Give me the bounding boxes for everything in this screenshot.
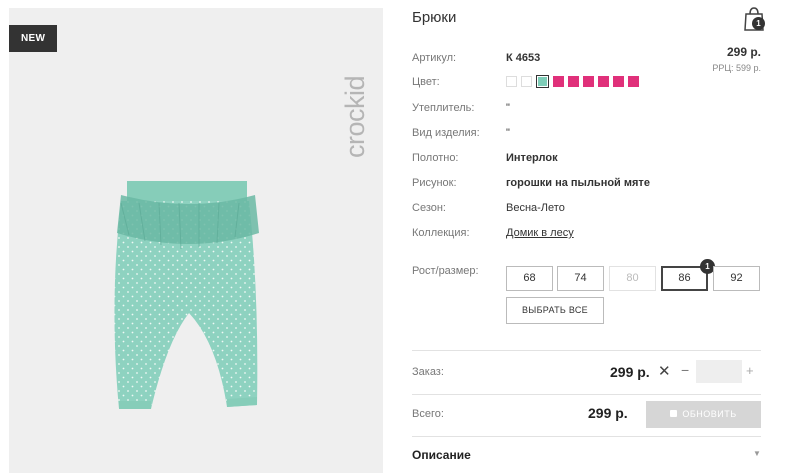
cart-count-badge: 1: [752, 17, 765, 30]
size-option-80: 80: [609, 266, 656, 291]
quantity-input[interactable]: [696, 360, 742, 383]
select-all-button[interactable]: ВЫБРАТЬ ВСЕ: [506, 297, 604, 324]
recommended-price: РРЦ: 599 р.: [712, 63, 761, 73]
pattern-label: Рисунок:: [412, 177, 457, 189]
product-title: Брюки: [412, 9, 457, 26]
update-button[interactable]: ОБНОВИТЬ: [646, 401, 761, 428]
product-price: 299 р.: [726, 45, 761, 59]
brand-logo-text: crockid: [340, 76, 370, 158]
product-gallery: NEW crockid: [9, 8, 383, 473]
color-swatch[interactable]: [553, 76, 564, 87]
description-toggle[interactable]: Описание: [412, 448, 471, 462]
new-badge: NEW: [9, 25, 58, 52]
type-value: ": [506, 127, 510, 139]
total-label: Всего:: [412, 408, 444, 420]
season-label: Сезон:: [412, 202, 446, 214]
chevron-down-icon[interactable]: ▼: [753, 449, 761, 458]
color-swatch-fill: [538, 77, 547, 86]
collection-label: Коллекция:: [412, 227, 470, 239]
size-option-92[interactable]: 92: [713, 266, 760, 291]
color-swatch[interactable]: [521, 76, 532, 87]
qty-decrease-button[interactable]: −: [681, 362, 689, 378]
order-label: Заказ:: [412, 366, 444, 378]
collection-link[interactable]: Домик в лесу: [506, 227, 574, 239]
color-swatch[interactable]: [583, 76, 594, 87]
size-option-68[interactable]: 68: [506, 266, 553, 291]
color-swatches: [506, 75, 639, 88]
article-value: К 4653: [506, 52, 541, 64]
fabric-value: Интерлок: [506, 152, 558, 164]
total-price: 299 р.: [588, 405, 628, 421]
insulation-value: ": [506, 102, 510, 114]
divider: [412, 394, 761, 395]
update-button-label: ОБНОВИТЬ: [682, 409, 737, 419]
color-swatch[interactable]: [568, 76, 579, 87]
product-image[interactable]: [99, 173, 279, 418]
color-swatch[interactable]: [506, 76, 517, 87]
insulation-label: Утеплитель:: [412, 102, 475, 114]
pattern-value: горошки на пыльной мяте: [506, 177, 650, 189]
size-option-74[interactable]: 74: [557, 266, 604, 291]
fabric-label: Полотно:: [412, 152, 459, 164]
color-swatch[interactable]: [536, 75, 549, 88]
qty-increase-button[interactable]: +: [746, 363, 754, 378]
color-swatch[interactable]: [598, 76, 609, 87]
remove-icon[interactable]: ✕: [658, 362, 671, 380]
order-price: 299 р.: [610, 364, 650, 380]
color-swatch[interactable]: [628, 76, 639, 87]
cart-icon: [670, 410, 678, 418]
color-swatch[interactable]: [613, 76, 624, 87]
season-value: Весна-Лето: [506, 202, 565, 214]
color-label: Цвет:: [412, 76, 440, 88]
type-label: Вид изделия:: [412, 127, 480, 139]
divider: [412, 436, 761, 437]
size-label: Рост/размер:: [412, 265, 479, 277]
brand-logo: crockid: [340, 76, 370, 158]
divider: [412, 350, 761, 351]
article-label: Артикул:: [412, 52, 457, 64]
